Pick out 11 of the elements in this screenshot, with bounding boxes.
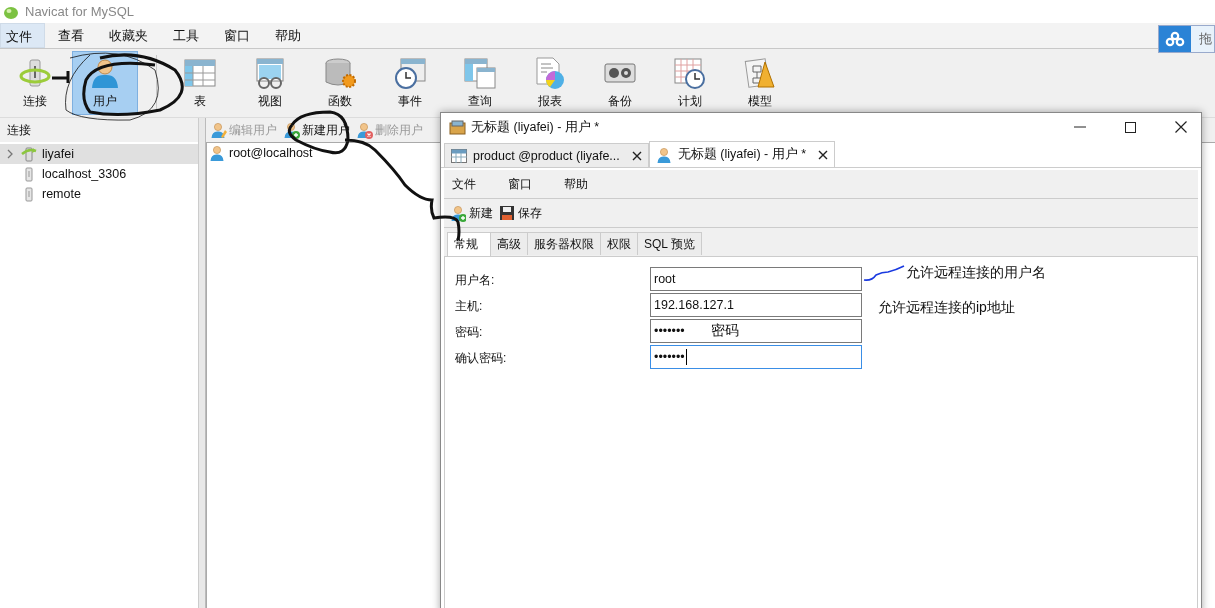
window-title: 无标题 (liyafei) - 用户 * [471, 118, 600, 136]
annotation-text: 允许远程连接的ip地址 [878, 299, 1015, 317]
field-label: 主机: [455, 297, 484, 315]
window-title: Navicat for MySQL [25, 4, 135, 19]
field-label: 用户名: [455, 271, 496, 289]
field-label: 密码: [455, 323, 484, 341]
annotation-text: 允许远程连接的用户名 [906, 264, 1046, 282]
panel-header: 连接 [0, 118, 198, 142]
field-label: 确认密码: [455, 349, 508, 367]
field-value: ••••••• [654, 324, 685, 338]
annotation-text: 密码 [710, 322, 739, 340]
